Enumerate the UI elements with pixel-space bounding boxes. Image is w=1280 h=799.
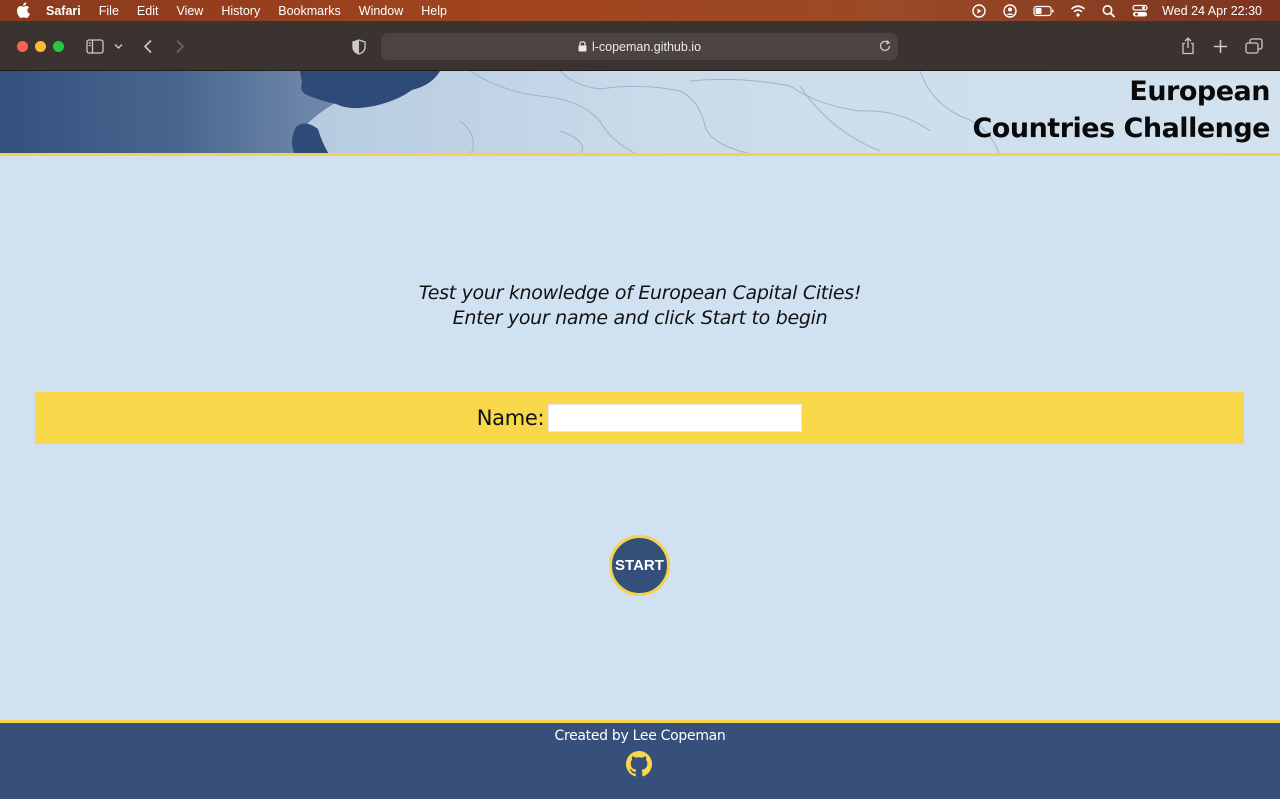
privacy-shield-icon[interactable] [352,39,366,55]
user-account-icon[interactable] [1002,3,1018,18]
name-input[interactable] [548,404,803,432]
new-tab-icon[interactable] [1213,39,1228,54]
name-entry-band: Name: [35,392,1244,444]
intro-line2: Enter your name and click Start to begin [452,307,828,329]
menu-app-name[interactable]: Safari [46,4,81,18]
url-text: l-copeman.github.io [591,39,702,54]
site-footer: Created by Lee Copeman [0,720,1280,799]
close-window-button[interactable] [17,41,28,52]
forward-icon[interactable] [175,39,185,54]
menu-view[interactable]: View [176,4,203,18]
start-button[interactable]: START [609,535,670,596]
menu-items: Safari File Edit View History Bookmarks … [46,0,465,21]
status-area: Wed 24 Apr 22:30 [956,0,1262,21]
battery-icon[interactable] [1033,4,1055,18]
apple-logo-icon[interactable] [16,2,30,18]
tab-overview-icon[interactable] [1245,38,1263,54]
address-bar[interactable]: l-copeman.github.io [381,33,898,60]
zoom-window-button[interactable] [53,41,64,52]
web-page: European Countries Challenge Test your k… [0,71,1280,799]
macos-menu-bar: Safari File Edit View History Bookmarks … [0,0,1280,21]
menubar-clock[interactable]: Wed 24 Apr 22:30 [1162,4,1262,18]
menu-edit[interactable]: Edit [137,4,159,18]
reload-icon[interactable] [878,39,892,53]
site-header: European Countries Challenge [0,71,1280,156]
chevron-down-icon[interactable] [114,43,123,50]
control-center-icon[interactable] [1132,4,1148,18]
menu-help[interactable]: Help [421,4,447,18]
site-title-line1: European [1129,76,1270,107]
share-icon[interactable] [1181,37,1195,55]
site-title-line2: Countries Challenge [972,113,1270,144]
lock-icon [578,41,587,52]
name-label: Name: [476,406,545,430]
menu-bookmarks[interactable]: Bookmarks [278,4,341,18]
menu-file[interactable]: File [99,4,119,18]
browser-toolbar: l-copeman.github.io [0,21,1280,71]
sidebar-toggle-icon[interactable] [86,39,104,54]
wifi-icon[interactable] [1070,4,1086,18]
menu-history[interactable]: History [221,4,260,18]
spotlight-search-icon[interactable] [1101,4,1117,18]
github-icon[interactable] [626,751,652,777]
menu-window[interactable]: Window [359,4,403,18]
intro-text: Test your knowledge of European Capital … [0,281,1280,331]
intro-line1: Test your knowledge of European Capital … [418,282,862,304]
minimize-window-button[interactable] [35,41,46,52]
back-icon[interactable] [143,39,153,54]
footer-credit: Created by Lee Copeman [554,728,726,744]
site-title: European Countries Challenge [972,73,1270,147]
screen-recording-icon[interactable] [971,3,987,18]
